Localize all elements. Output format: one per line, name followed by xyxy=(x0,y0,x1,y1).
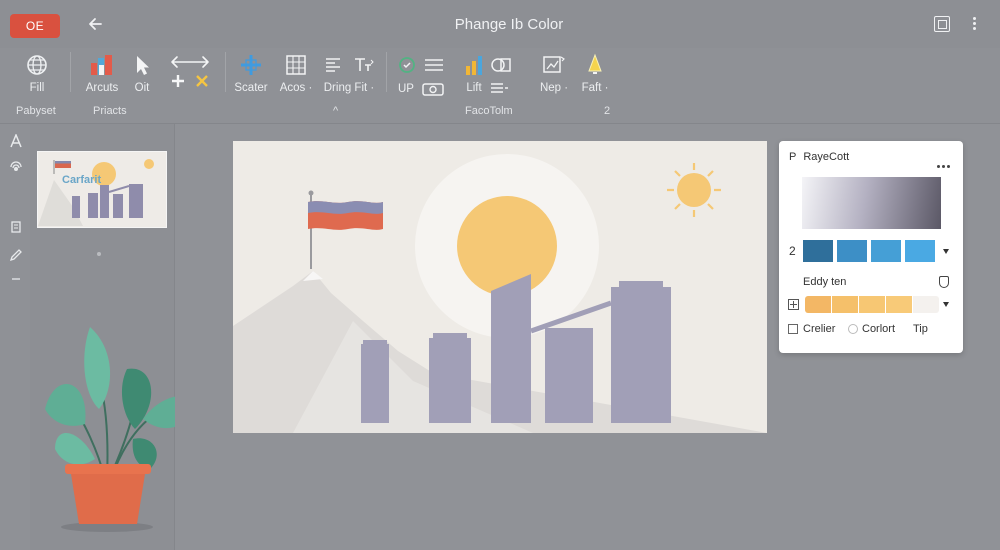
sync-icon xyxy=(399,57,415,73)
ribbon-separator xyxy=(70,52,71,92)
globe-icon xyxy=(20,52,54,78)
option-corlort-label: Corlort xyxy=(862,323,896,335)
group-label-priacts: Priacts xyxy=(93,105,127,117)
more-options-icon[interactable] xyxy=(968,16,980,32)
highlight-icon xyxy=(578,52,612,78)
color-swatch[interactable] xyxy=(832,296,858,313)
text-icon[interactable] xyxy=(9,134,23,148)
option-tip-label[interactable]: Tip xyxy=(913,323,928,335)
slide-thumbnail[interactable]: Carfarit xyxy=(37,151,167,228)
swatch-row-number: 2 xyxy=(789,244,796,258)
title-bar: OE Phange Ib Color xyxy=(0,0,1000,48)
align-icons xyxy=(318,52,380,78)
image-edit-icon xyxy=(534,52,574,78)
group-expand-icon[interactable]: ^ xyxy=(333,105,338,117)
panel-title: RayeCott xyxy=(803,151,850,163)
oit-button[interactable]: Oit xyxy=(128,52,156,98)
nep-button[interactable]: Nep · xyxy=(534,52,574,98)
arcuts-label: Arcuts xyxy=(85,82,119,94)
minus-icon[interactable] xyxy=(9,272,23,286)
panel-header: P RayeCott xyxy=(789,151,849,163)
crelier-checkbox[interactable] xyxy=(788,324,798,334)
color-swatch[interactable] xyxy=(859,296,885,313)
group-label-pabyset: Pabyset xyxy=(16,105,56,117)
sun-icon xyxy=(667,163,721,217)
faft-button[interactable]: Faft · xyxy=(578,52,612,98)
color-swatch[interactable] xyxy=(905,240,935,262)
fill-button[interactable]: Fill xyxy=(20,52,54,98)
section-label: Eddy ten xyxy=(803,276,847,288)
color-panel: P RayeCott 2 Eddy ten Crelier Corlort Tip xyxy=(779,141,963,353)
pencil-icon[interactable] xyxy=(9,248,23,262)
double-arrow-icon xyxy=(166,52,214,72)
faft-label: Faft · xyxy=(581,82,609,94)
color-swatch[interactable] xyxy=(803,240,833,262)
nep-label: Nep · xyxy=(539,82,569,94)
scater-button[interactable]: Scater xyxy=(232,52,270,98)
ribbon-toolbar: Fill Arcuts Oit Scater Acos · Dring Fit … xyxy=(0,48,1000,124)
group-launcher-icon[interactable]: 2 xyxy=(604,105,610,117)
color-swatch[interactable] xyxy=(837,240,867,262)
chevron-down-icon[interactable] xyxy=(943,249,949,254)
corlort-radio[interactable] xyxy=(848,324,858,334)
chart-icons xyxy=(460,52,516,78)
ribbon-separator xyxy=(386,52,387,92)
color-swatch[interactable] xyxy=(871,240,901,262)
up-button[interactable]: UP xyxy=(390,52,452,98)
up-label: UP xyxy=(398,83,414,95)
dring-fit-button[interactable]: Dring Fit · xyxy=(318,52,380,98)
pointer-icon xyxy=(128,52,156,78)
acos-label: Acos · xyxy=(279,82,313,94)
panel-icon-letter: P xyxy=(789,151,797,163)
lift-label: Lift xyxy=(466,82,482,94)
arcuts-button[interactable]: Arcuts xyxy=(80,52,124,98)
document-title: Phange Ib Color xyxy=(454,16,564,33)
scater-label: Scater xyxy=(234,82,268,94)
add-color-icon[interactable] xyxy=(788,299,799,310)
resize-tools[interactable] xyxy=(166,52,214,98)
resize-dot xyxy=(97,252,101,256)
panel-more-icon[interactable] xyxy=(937,155,952,173)
acos-button[interactable]: Acos · xyxy=(276,52,316,98)
table-icon xyxy=(276,52,316,78)
refresh-icons xyxy=(390,52,452,78)
close-icon[interactable] xyxy=(195,74,209,93)
bar-chart-icon xyxy=(80,52,124,78)
slide-thumbnail-pane: Carfarit xyxy=(30,124,200,550)
gradient-picker[interactable] xyxy=(802,177,941,229)
oit-label: Oit xyxy=(134,82,150,94)
color-swatch[interactable] xyxy=(886,296,912,313)
text-format-icon xyxy=(355,58,374,71)
camera-icon xyxy=(422,83,444,96)
copy-icon[interactable] xyxy=(9,220,23,234)
dring-fit-label: Dring Fit · xyxy=(323,82,375,94)
align-left-icon xyxy=(326,58,340,72)
lift-button[interactable]: Lift xyxy=(460,52,516,98)
crosshair-icon xyxy=(232,52,270,78)
list-icon xyxy=(425,59,443,71)
color-swatch[interactable] xyxy=(805,296,831,313)
thumbnail-title: Carfarit xyxy=(62,174,102,186)
plus-icon[interactable] xyxy=(171,74,185,93)
chevron-down-icon[interactable] xyxy=(943,302,949,307)
color-swatch[interactable] xyxy=(913,296,939,313)
slide-canvas[interactable] xyxy=(233,141,767,433)
option-crelier-label: Crelier xyxy=(803,323,836,335)
shapes-icon xyxy=(491,58,511,72)
restore-window-icon[interactable] xyxy=(934,16,950,32)
broadcast-icon[interactable] xyxy=(9,160,23,174)
ribbon-separator xyxy=(225,52,226,92)
menu-lines-icon xyxy=(490,83,508,93)
column-chart-icon xyxy=(466,56,482,75)
group-label-facotolm: FacoTolm xyxy=(465,105,513,117)
fill-label: Fill xyxy=(29,82,45,94)
shield-icon[interactable] xyxy=(939,276,949,288)
left-rail xyxy=(0,124,30,550)
